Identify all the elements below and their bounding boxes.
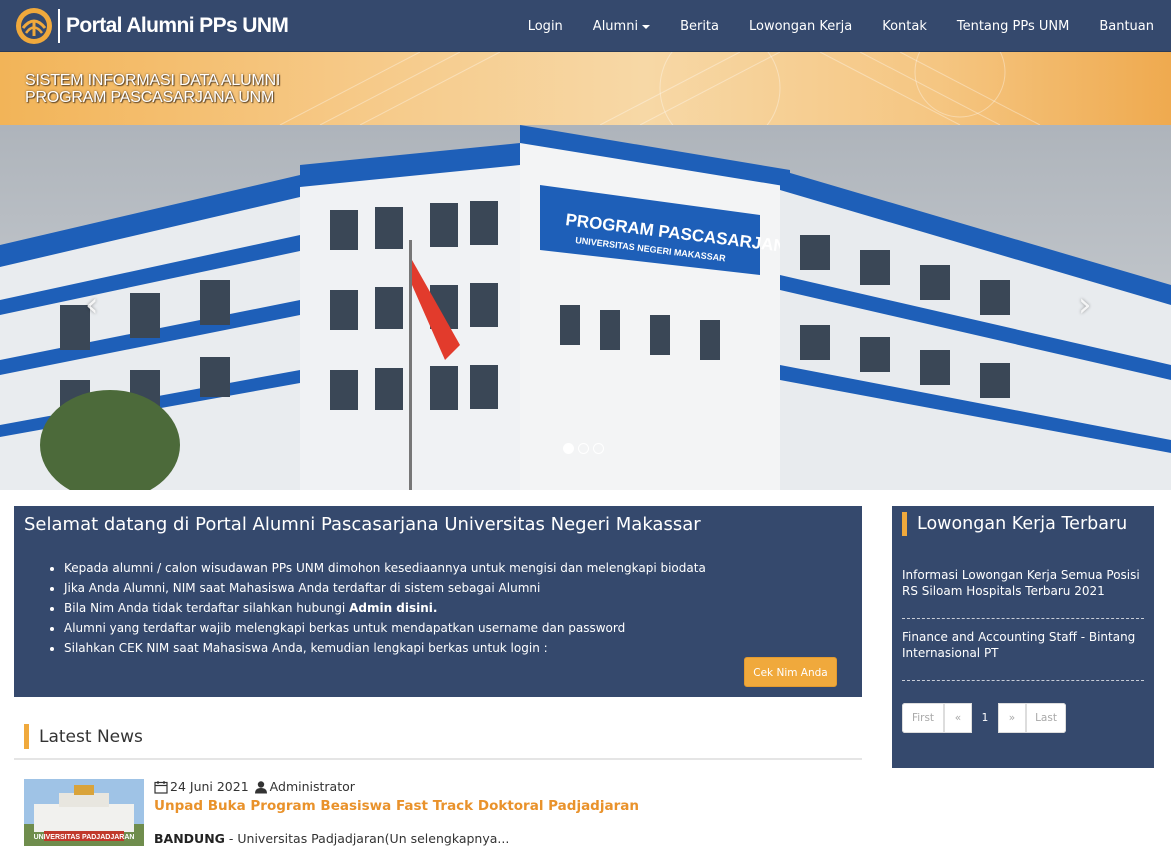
nav-bantuan[interactable]: Bantuan xyxy=(1084,0,1169,52)
carousel-dot-2[interactable] xyxy=(578,443,589,454)
list-item: Jika Anda Alumni, NIM saat Mahasiswa And… xyxy=(64,578,706,598)
cek-nim-button[interactable]: Cek Nim Anda xyxy=(744,657,837,687)
list-item: Alumni yang terdaftar wajib melengkapi b… xyxy=(64,618,706,638)
header-banner: SISTEM INFORMASI DATA ALUMNI PROGRAM PAS… xyxy=(0,52,1171,125)
job-sidebar-title: Lowongan Kerja Terbaru xyxy=(917,514,1128,534)
list-item: Kepada alumni / calon wisudawan PPs UNM … xyxy=(64,558,706,578)
job-divider xyxy=(902,618,1144,619)
list-item: Bila Nim Anda tidak terdaftar silahkan h… xyxy=(64,598,706,618)
nav-berita[interactable]: Berita xyxy=(665,0,734,52)
list-item: Silahkan CEK NIM saat Mahasiswa Anda, ke… xyxy=(64,638,706,658)
banner-title: SISTEM INFORMASI DATA ALUMNI PROGRAM PAS… xyxy=(25,72,280,106)
main-nav: Login Alumni Berita Lowongan Kerja Konta… xyxy=(513,0,1169,52)
nav-login[interactable]: Login xyxy=(513,0,578,52)
latest-news-title: Latest News xyxy=(39,727,143,747)
job-item[interactable]: Informasi Lowongan Kerja Semua Posisi RS… xyxy=(902,567,1144,599)
job-pagination: First « 1 » Last xyxy=(902,703,1066,733)
welcome-instructions: Kepada alumni / calon wisudawan PPs UNM … xyxy=(64,558,706,658)
banner-line-2: PROGRAM PASCASARJANA UNM xyxy=(25,89,275,106)
banner-line-1: SISTEM INFORMASI DATA ALUMNI xyxy=(25,72,281,89)
job-sidebar: Lowongan Kerja Terbaru Informasi Lowonga… xyxy=(892,506,1154,768)
welcome-title: Selamat datang di Portal Alumni Pascasar… xyxy=(24,514,701,535)
news-excerpt-text: - Universitas Padjadjaran(Un selengkapny… xyxy=(224,831,510,846)
carousel-dot-1[interactable] xyxy=(563,443,574,454)
pager-next[interactable]: » xyxy=(998,703,1026,733)
brand-divider xyxy=(58,9,60,43)
news-excerpt: BANDUNG - Universitas Padjadjaran(Un sel… xyxy=(154,831,509,846)
carousel-indicators xyxy=(563,443,604,454)
latest-news-header: Latest News xyxy=(14,722,862,760)
news-thumbnail-image: UNIVERSITAS PADJADJARAN xyxy=(24,779,144,846)
nav-alumni-dropdown[interactable]: Alumni xyxy=(578,0,665,52)
nav-kontak[interactable]: Kontak xyxy=(867,0,942,52)
news-thumbnail[interactable]: UNIVERSITAS PADJADJARAN xyxy=(24,779,144,846)
carousel-next-icon[interactable]: › xyxy=(1078,285,1092,325)
job-item[interactable]: Finance and Accounting Staff - Bintang I… xyxy=(902,629,1144,661)
unm-logo-icon xyxy=(16,8,52,44)
news-meta: 24 Juni 2021 Administrator xyxy=(154,779,355,794)
pager-last[interactable]: Last xyxy=(1026,703,1066,733)
thumb-caption: UNIVERSITAS PADJADJARAN xyxy=(34,834,135,841)
news-author: Administrator xyxy=(269,779,355,794)
welcome-panel: Selamat datang di Portal Alumni Pascasar… xyxy=(14,506,862,697)
brand-title[interactable]: Portal Alumni PPs UNM xyxy=(66,14,289,38)
pager-prev[interactable]: « xyxy=(944,703,972,733)
top-navbar: Portal Alumni PPs UNM Login Alumni Berit… xyxy=(0,0,1171,52)
carousel-dot-3[interactable] xyxy=(593,443,604,454)
nav-tentang[interactable]: Tentang PPs UNM xyxy=(942,0,1084,52)
user-icon xyxy=(254,780,267,793)
caret-down-icon xyxy=(642,24,651,29)
news-excerpt-city: BANDUNG xyxy=(154,831,225,846)
nav-lowongan-kerja[interactable]: Lowongan Kerja xyxy=(734,0,867,52)
list-item-text: Bila Nim Anda tidak terdaftar silahkan h… xyxy=(64,601,346,615)
pager-page-1[interactable]: 1 xyxy=(972,703,998,733)
building-photo: PROGRAM PASCASARJANA UNIVERSITAS NEGERI … xyxy=(0,125,1171,490)
news-date: 24 Juni 2021 xyxy=(170,779,249,794)
accent-bar xyxy=(902,512,907,536)
carousel-prev-icon[interactable]: ‹ xyxy=(85,285,99,325)
calendar-icon xyxy=(154,780,168,794)
admin-link[interactable]: Admin disini. xyxy=(349,601,437,615)
brand[interactable]: Portal Alumni PPs UNM xyxy=(14,6,289,46)
news-title-link[interactable]: Unpad Buka Program Beasiswa Fast Track D… xyxy=(154,798,639,814)
accent-bar xyxy=(24,724,29,749)
image-carousel[interactable]: PROGRAM PASCASARJANA UNIVERSITAS NEGERI … xyxy=(0,125,1171,490)
job-divider xyxy=(902,680,1144,681)
pager-first[interactable]: First xyxy=(902,703,944,733)
